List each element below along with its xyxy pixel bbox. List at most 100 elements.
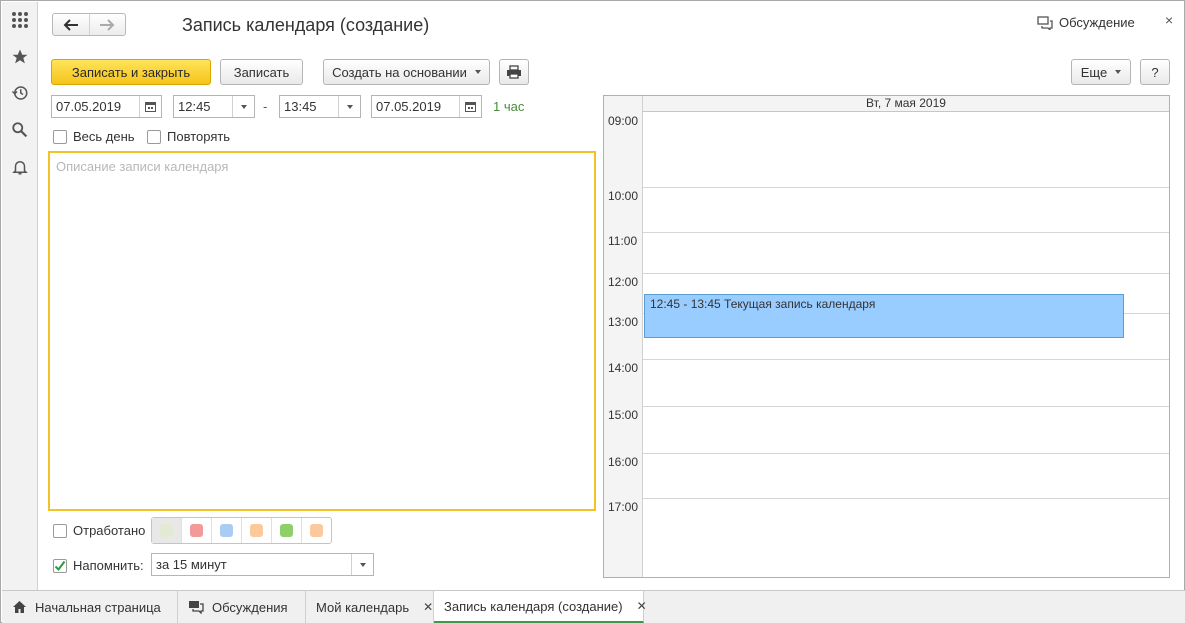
printer-icon — [507, 65, 521, 79]
tab-home[interactable]: Начальная страница — [2, 591, 178, 623]
tab-label: Запись календаря (создание) — [444, 598, 623, 614]
end-date-field[interactable]: 07.05.2019 — [371, 95, 482, 118]
history-navigation — [52, 13, 126, 36]
hour-label: 15:00 — [608, 408, 639, 422]
reminder-label: Напомнить: — [73, 558, 144, 573]
left-rail — [2, 2, 38, 590]
more-button[interactable]: Еще — [1071, 59, 1131, 85]
search-icon[interactable] — [8, 118, 32, 142]
window-frame: Запись календаря (создание) Обсуждение ×… — [0, 0, 1185, 623]
tab-bar: Начальная страница Обсуждения Мой календ… — [2, 590, 1185, 623]
all-day-option: Весь день — [53, 129, 135, 144]
arrow-left-icon[interactable] — [53, 14, 89, 35]
tab-label: Мой календарь — [316, 599, 410, 615]
color-swatch — [220, 524, 233, 537]
hour-line — [643, 187, 1169, 188]
repeat-checkbox[interactable] — [147, 129, 161, 144]
print-button[interactable] — [499, 59, 529, 85]
hour-line — [643, 453, 1169, 454]
chevron-down-icon[interactable] — [351, 554, 373, 575]
close-icon[interactable]: ✕ — [637, 599, 647, 613]
color-swatch-none[interactable] — [152, 518, 181, 543]
color-picker — [151, 517, 332, 544]
tab-calendar-entry[interactable]: Запись календаря (создание) ✕ — [434, 591, 647, 623]
start-date-field[interactable]: 07.05.2019 — [51, 95, 162, 118]
hour-label: 12:00 — [608, 275, 639, 289]
save-button[interactable]: Записать — [220, 59, 303, 85]
calendar-day-view[interactable]: Вт, 7 мая 2019 09:00 10:00 11:00 12:00 1… — [603, 95, 1170, 578]
color-swatch — [160, 524, 173, 537]
description-box — [48, 151, 596, 511]
history-icon[interactable] — [8, 81, 32, 105]
end-time-field[interactable]: 13:45 — [279, 95, 361, 118]
reminder-value: за 15 минут — [156, 557, 227, 572]
chevron-down-icon — [474, 70, 481, 74]
start-date-value: 07.05.2019 — [56, 99, 122, 114]
color-swatch-blue[interactable] — [211, 518, 241, 543]
chevron-down-icon[interactable] — [338, 96, 360, 117]
star-icon[interactable] — [8, 45, 32, 69]
save-and-close-button[interactable]: Записать и закрыть — [51, 59, 211, 85]
reminder-option: Напомнить: — [53, 558, 144, 573]
calendar-picker-icon[interactable] — [459, 96, 481, 117]
start-time-value: 12:45 — [178, 99, 211, 114]
worked-checkbox[interactable] — [53, 523, 67, 538]
calendar-event[interactable]: 12:45 - 13:45 Текущая запись календаря — [644, 294, 1124, 338]
description-input[interactable] — [56, 159, 588, 503]
worked-option: Отработано — [53, 523, 145, 538]
all-day-label: Весь день — [73, 129, 135, 144]
color-swatch-green[interactable] — [271, 518, 301, 543]
hour-line — [643, 406, 1169, 407]
discussions-icon — [189, 601, 204, 614]
end-date-value: 07.05.2019 — [376, 99, 442, 114]
close-icon[interactable]: × — [1165, 12, 1173, 28]
tab-label: Начальная страница — [35, 599, 161, 615]
end-time-value: 13:45 — [284, 99, 317, 114]
create-based-on-button[interactable]: Создать на основании — [323, 59, 490, 85]
chevron-down-icon[interactable] — [232, 96, 254, 117]
hour-label: 14:00 — [608, 361, 639, 375]
home-icon — [13, 601, 26, 613]
help-button[interactable]: ? — [1140, 59, 1170, 85]
repeat-option: Повторять — [147, 129, 230, 144]
repeat-label: Повторять — [167, 129, 231, 144]
hour-label: 11:00 — [608, 234, 638, 248]
hour-line — [643, 232, 1169, 233]
hour-line — [643, 359, 1169, 360]
reminder-select[interactable]: за 15 минут — [151, 553, 374, 576]
hour-label: 17:00 — [608, 500, 639, 514]
apps-grid-icon[interactable] — [8, 8, 32, 32]
color-swatch-red[interactable] — [181, 518, 211, 543]
hour-label: 13:00 — [608, 315, 639, 329]
arrow-right-icon[interactable] — [88, 14, 126, 35]
discussion-icon — [1037, 15, 1053, 30]
close-icon[interactable]: ✕ — [423, 600, 433, 614]
hour-line — [643, 498, 1169, 499]
more-label: Еще — [1080, 64, 1108, 80]
color-swatch — [280, 524, 293, 537]
calendar-day-header: Вт, 7 мая 2019 — [643, 96, 1169, 112]
start-time-field[interactable]: 12:45 — [173, 95, 255, 118]
tab-label: Обсуждения — [212, 599, 288, 615]
time-separator: - — [263, 99, 268, 114]
bell-icon[interactable] — [8, 155, 32, 179]
all-day-checkbox[interactable] — [53, 129, 67, 144]
calendar-picker-icon[interactable] — [139, 96, 161, 117]
duration-label: 1 час — [493, 99, 525, 114]
color-swatch — [250, 524, 263, 537]
page-title: Запись календаря (создание) — [182, 15, 430, 35]
discussion-button[interactable]: Обсуждение — [1037, 15, 1135, 30]
tab-my-calendar[interactable]: Мой календарь ✕ — [306, 591, 434, 623]
color-swatch-peach[interactable] — [301, 518, 331, 543]
tab-discussions[interactable]: Обсуждения — [178, 591, 306, 623]
worked-label: Отработано — [73, 523, 146, 538]
hour-label: 16:00 — [608, 455, 639, 469]
hour-label: 10:00 — [608, 189, 639, 203]
hour-label: 09:00 — [608, 114, 639, 128]
color-swatch-orange[interactable] — [241, 518, 271, 543]
reminder-checkbox[interactable] — [53, 558, 67, 573]
checkmark-icon — [54, 560, 66, 571]
chevron-down-icon — [1115, 70, 1122, 74]
color-swatch — [190, 524, 203, 537]
color-swatch — [310, 524, 323, 537]
